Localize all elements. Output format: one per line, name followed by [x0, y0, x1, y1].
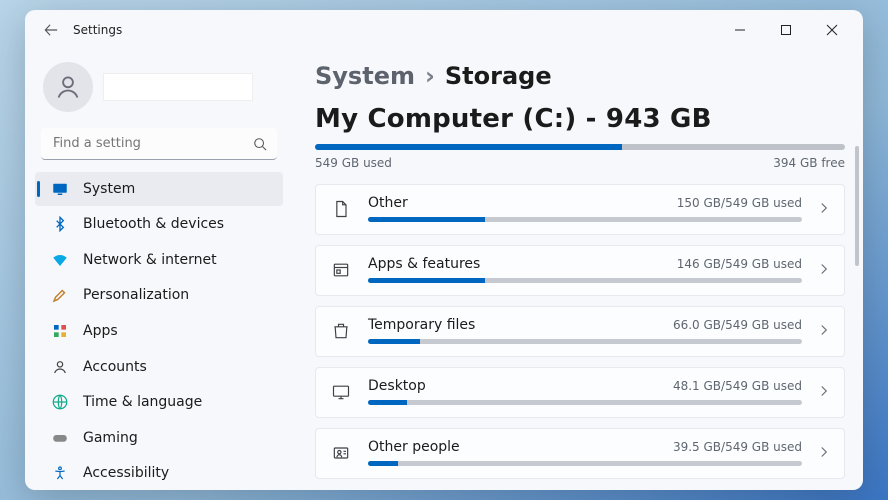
sidebar-item-personalization[interactable]: Personalization [35, 279, 283, 313]
chevron-right-icon [818, 260, 830, 279]
category-bar [368, 461, 802, 466]
sidebar-item-label: Gaming [83, 430, 138, 446]
category-body: Other 150 GB/549 GB used [368, 195, 802, 222]
category-name: Other people [368, 439, 460, 455]
scrollbar[interactable] [855, 86, 859, 480]
main-content: System › Storage My Computer (C:) - 943 … [293, 50, 863, 490]
category-name: Desktop [368, 378, 426, 394]
sidebar-item-gaming[interactable]: Gaming [35, 421, 283, 455]
sidebar-item-network-internet[interactable]: Network & internet [35, 243, 283, 277]
category-body: Temporary files 66.0 GB/549 GB used [368, 317, 802, 344]
storage-category-row[interactable]: Apps & features 146 GB/549 GB used [315, 245, 845, 296]
category-usage-label: 150 GB/549 GB used [677, 196, 802, 210]
sidebar: System Bluetooth & devices Network & inter… [25, 50, 293, 490]
search-box[interactable] [41, 128, 277, 160]
titlebar: Settings [25, 10, 863, 50]
category-bar [368, 217, 802, 222]
apps-icon [51, 322, 69, 340]
drive-free-label: 394 GB free [773, 156, 845, 170]
category-body: Apps & features 146 GB/549 GB used [368, 256, 802, 283]
desktop-icon [330, 381, 352, 403]
drive-usage-fill [315, 144, 622, 150]
globe-clock-icon [51, 393, 69, 411]
sidebar-nav: System Bluetooth & devices Network & inter… [35, 172, 283, 490]
people-icon [330, 442, 352, 464]
drive-used-label: 549 GB used [315, 156, 392, 170]
sidebar-item-system[interactable]: System [35, 172, 283, 206]
category-bar-fill [368, 278, 485, 283]
storage-category-row[interactable]: Temporary files 66.0 GB/549 GB used [315, 306, 845, 357]
account-header[interactable] [35, 54, 283, 124]
close-button[interactable] [809, 14, 855, 46]
sidebar-item-accounts[interactable]: Accounts [35, 350, 283, 384]
sidebar-item-accessibility[interactable]: Accessibility [35, 457, 283, 491]
avatar [43, 62, 93, 112]
drive-usage-bar [315, 144, 845, 150]
search-icon [253, 136, 267, 155]
chevron-right-icon: › [425, 62, 435, 90]
storage-categories: Other 150 GB/549 GB used Apps & features 14… [315, 184, 845, 479]
sidebar-item-apps[interactable]: Apps [35, 314, 283, 348]
app-window-icon [330, 259, 352, 281]
storage-category-row[interactable]: Desktop 48.1 GB/549 GB used [315, 367, 845, 418]
category-bar [368, 339, 802, 344]
breadcrumb-parent[interactable]: System [315, 62, 415, 90]
sidebar-item-bluetooth-devices[interactable]: Bluetooth & devices [35, 208, 283, 242]
sidebar-item-label: Time & language [83, 394, 202, 410]
account-name-placeholder [103, 73, 253, 101]
category-bar [368, 400, 802, 405]
chevron-right-icon [818, 382, 830, 401]
sidebar-item-label: Network & internet [83, 252, 217, 268]
accessibility-icon [51, 464, 69, 482]
category-bar-fill [368, 217, 485, 222]
maximize-button[interactable] [763, 14, 809, 46]
chevron-right-icon [818, 321, 830, 340]
sidebar-item-label: Apps [83, 323, 118, 339]
search-input[interactable] [41, 128, 277, 160]
person-icon [51, 358, 69, 376]
category-usage-label: 48.1 GB/549 GB used [673, 379, 802, 393]
category-bar [368, 278, 802, 283]
sidebar-item-label: System [83, 181, 135, 197]
category-usage-label: 66.0 GB/549 GB used [673, 318, 802, 332]
sidebar-item-label: Accounts [83, 359, 147, 375]
file-icon [330, 198, 352, 220]
scrollbar-thumb[interactable] [855, 146, 859, 266]
drive-meta: 549 GB used 394 GB free [315, 156, 845, 170]
brush-icon [51, 286, 69, 304]
category-name: Temporary files [368, 317, 475, 333]
breadcrumb-current: Storage [445, 62, 552, 90]
monitor-icon [51, 180, 69, 198]
sidebar-item-label: Personalization [83, 287, 189, 303]
category-bar-fill [368, 461, 398, 466]
sidebar-item-label: Bluetooth & devices [83, 216, 224, 232]
back-icon[interactable] [41, 20, 61, 40]
category-body: Other people 39.5 GB/549 GB used [368, 439, 802, 466]
drive-title: My Computer (C:) - 943 GB [315, 104, 845, 134]
bluetooth-icon [51, 215, 69, 233]
sidebar-item-time-language[interactable]: Time & language [35, 385, 283, 419]
category-bar-fill [368, 400, 407, 405]
category-name: Other [368, 195, 408, 211]
gamepad-icon [51, 429, 69, 447]
chevron-right-icon [818, 443, 830, 462]
category-bar-fill [368, 339, 420, 344]
category-usage-label: 39.5 GB/549 GB used [673, 440, 802, 454]
trash-icon [330, 320, 352, 342]
minimize-button[interactable] [717, 14, 763, 46]
category-name: Apps & features [368, 256, 480, 272]
category-body: Desktop 48.1 GB/549 GB used [368, 378, 802, 405]
storage-category-row[interactable]: Other 150 GB/549 GB used [315, 184, 845, 235]
sidebar-item-label: Accessibility [83, 465, 169, 481]
settings-window: Settings System Bluetooth & devices Networ… [25, 10, 863, 490]
wifi-icon [51, 251, 69, 269]
storage-category-row[interactable]: Other people 39.5 GB/549 GB used [315, 428, 845, 479]
chevron-right-icon [818, 199, 830, 218]
breadcrumb: System › Storage [315, 56, 845, 98]
app-title: Settings [73, 23, 122, 37]
category-usage-label: 146 GB/549 GB used [677, 257, 802, 271]
